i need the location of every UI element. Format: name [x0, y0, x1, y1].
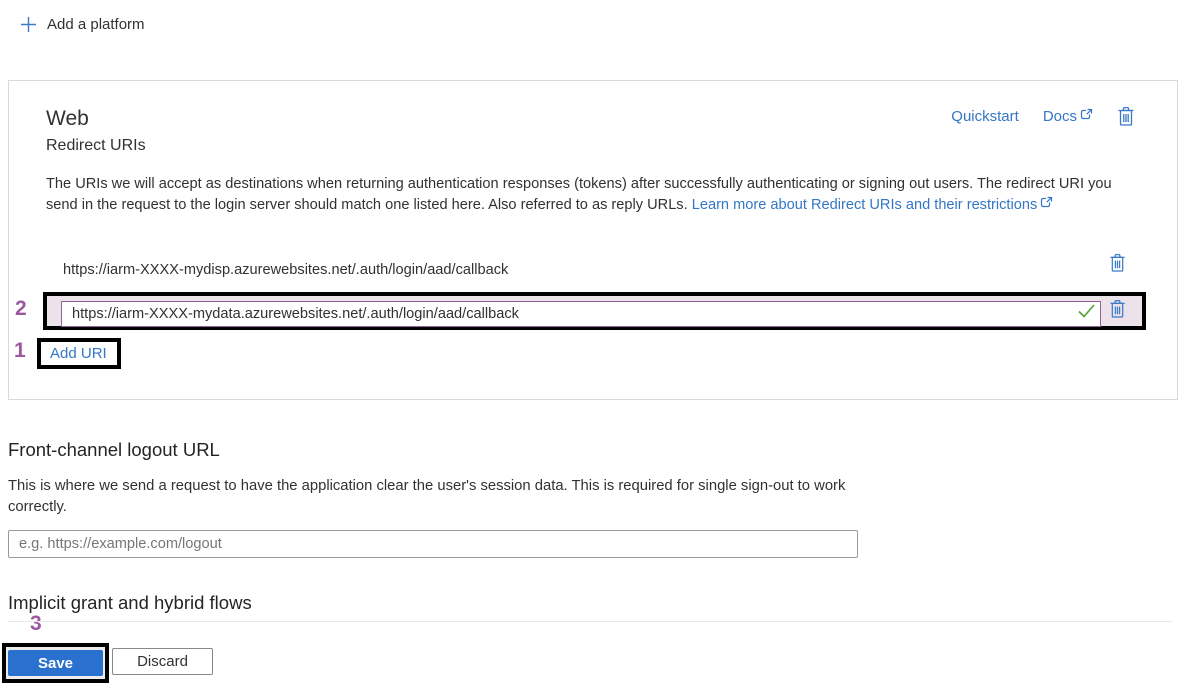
annotation-box-step1: Add URI [37, 338, 121, 369]
delete-uri-icon[interactable] [1109, 253, 1126, 273]
annotation-number-2: 2 [15, 297, 27, 320]
annotation-number-1: 1 [14, 339, 26, 362]
front-channel-heading: Front-channel logout URL [8, 439, 220, 460]
add-platform-button[interactable]: Add a platform [20, 16, 145, 33]
redirect-uri-input[interactable] [61, 301, 1101, 327]
learn-more-link[interactable]: Learn more about Redirect URIs and their… [692, 197, 1038, 213]
redirect-uri-description: The URIs we will accept as destinations … [46, 176, 1112, 213]
section-divider [8, 621, 1172, 622]
web-platform-card: Web Redirect URIs Quickstart Docs The UR… [8, 80, 1178, 400]
annotation-box-step3: Save [2, 643, 109, 683]
annotation-number-3: 3 [30, 612, 42, 635]
card-title: Web [46, 107, 89, 130]
docs-link[interactable]: Docs [1043, 108, 1093, 125]
external-link-icon [1080, 108, 1093, 121]
logout-url-input[interactable] [8, 530, 858, 558]
redirect-uri-row: https://iarm-XXXX-mydisp.azurewebsites.n… [63, 262, 509, 278]
delete-uri-icon[interactable] [1109, 299, 1126, 319]
add-platform-label: Add a platform [47, 16, 145, 33]
save-button[interactable]: Save [8, 650, 103, 676]
implicit-grant-heading: Implicit grant and hybrid flows [8, 592, 252, 613]
external-link-icon [1040, 196, 1053, 209]
delete-platform-icon[interactable] [1117, 106, 1135, 127]
quickstart-link[interactable]: Quickstart [951, 108, 1019, 125]
annotation-box-step2 [43, 292, 1146, 330]
front-channel-description: This is where we send a request to have … [8, 478, 846, 515]
valid-checkmark-icon [1077, 303, 1096, 319]
plus-icon [21, 17, 36, 32]
card-header-actions: Quickstart Docs [951, 106, 1135, 127]
card-subtitle: Redirect URIs [46, 137, 146, 154]
discard-button[interactable]: Discard [112, 648, 213, 675]
add-uri-button[interactable]: Add URI [50, 345, 107, 362]
